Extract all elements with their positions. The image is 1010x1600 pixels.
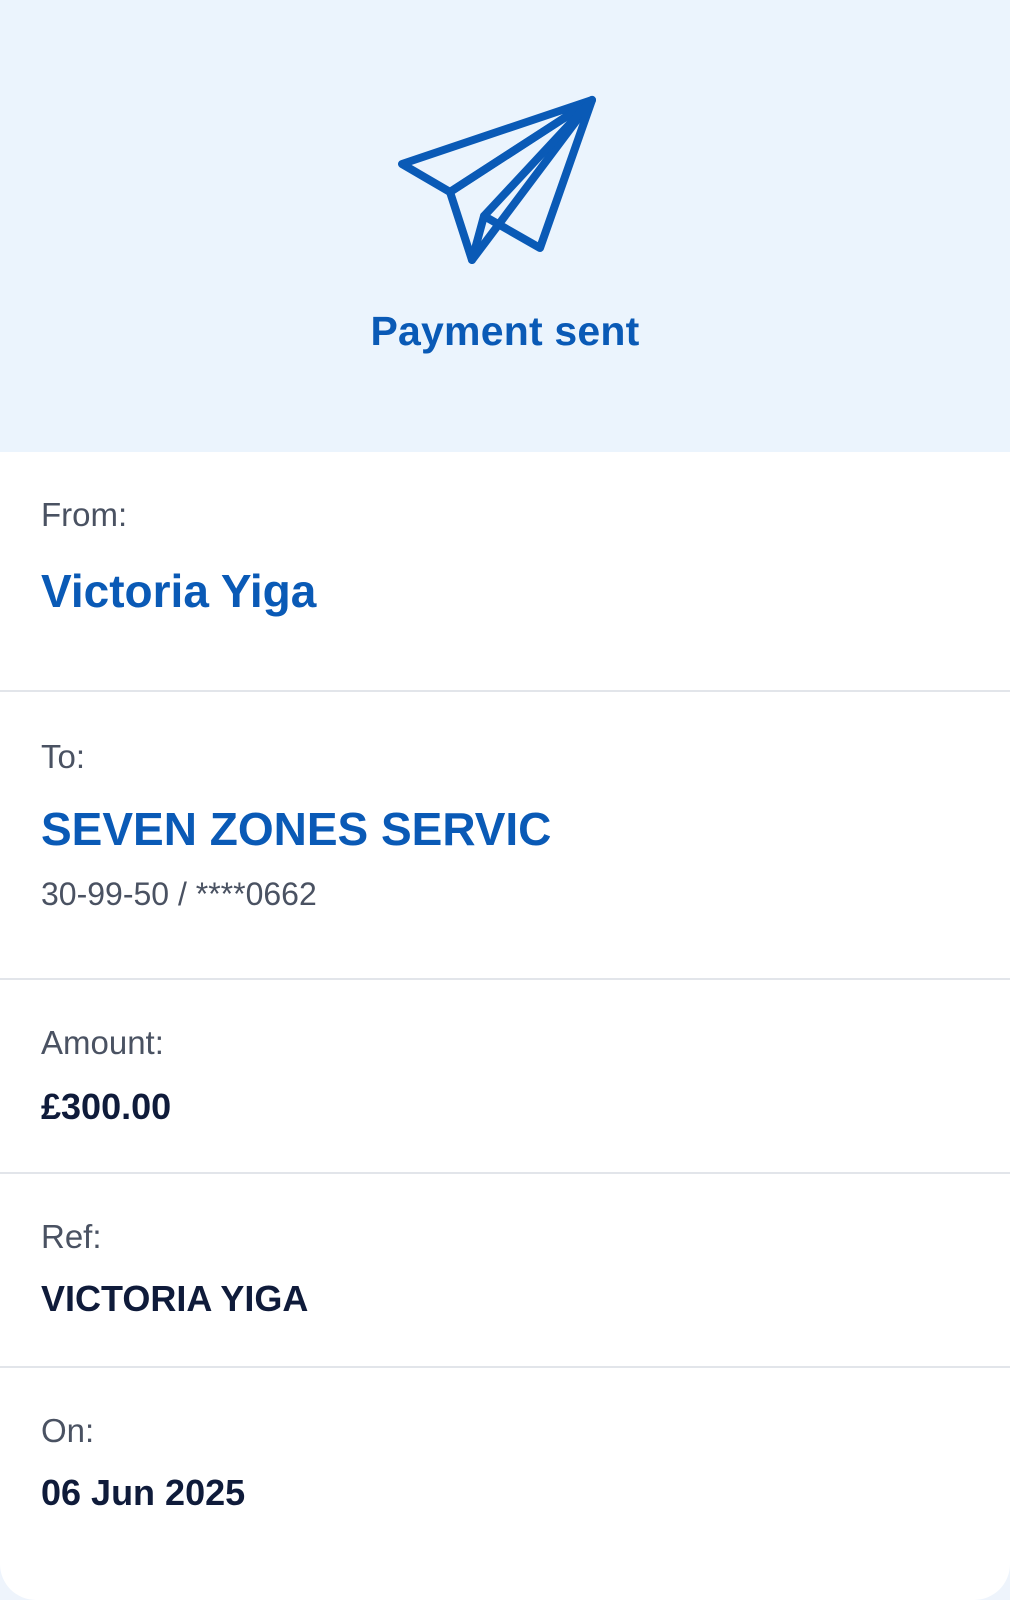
to-account-details: 30-99-50 / ****0662 <box>41 876 317 912</box>
reference-value: VICTORIA YIGA <box>41 1278 309 1319</box>
payment-status-header: Payment sent <box>0 0 1010 452</box>
from-label: From: <box>41 496 128 533</box>
date-value: 06 Jun 2025 <box>41 1472 246 1513</box>
date-section: On: 06 Jun 2025 <box>0 1368 1010 1600</box>
reference-section: Ref: VICTORIA YIGA <box>0 1174 1010 1368</box>
date-label: On: <box>41 1412 95 1449</box>
to-label: To: <box>41 738 86 775</box>
amount-value: £300.00 <box>41 1086 172 1127</box>
page-title: Payment sent <box>370 308 640 354</box>
to-name: SEVEN ZONES SERVIC <box>41 803 552 855</box>
reference-label: Ref: <box>41 1218 102 1255</box>
payment-confirmation-card: Payment sent From: Victoria Yiga To: SEV… <box>0 0 1010 1600</box>
amount-label: Amount: <box>41 1024 164 1061</box>
to-section: To: SEVEN ZONES SERVIC 30-99-50 / ****06… <box>0 692 1010 980</box>
from-section: From: Victoria Yiga <box>0 452 1010 692</box>
paper-plane-icon <box>398 92 612 272</box>
from-name: Victoria Yiga <box>41 565 317 617</box>
amount-section: Amount: £300.00 <box>0 980 1010 1174</box>
